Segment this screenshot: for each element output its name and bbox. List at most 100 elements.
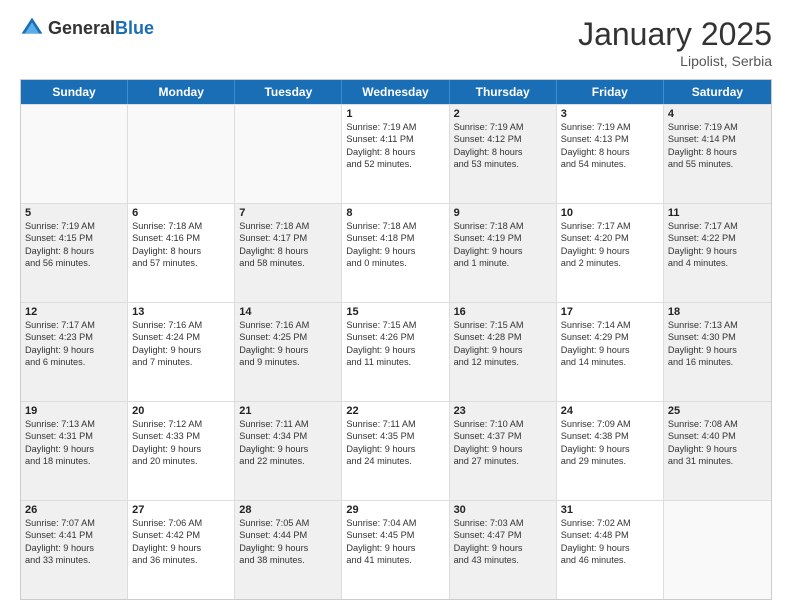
cell-line: and 12 minutes. xyxy=(454,356,552,368)
cell-line: Sunset: 4:15 PM xyxy=(25,232,123,244)
day-number: 28 xyxy=(239,504,337,516)
cell-line: Daylight: 9 hours xyxy=(454,344,552,356)
cell-line: Sunset: 4:11 PM xyxy=(346,133,444,145)
cell-line: Sunrise: 7:17 AM xyxy=(561,220,659,232)
calendar-cell: 6Sunrise: 7:18 AMSunset: 4:16 PMDaylight… xyxy=(128,204,235,302)
cell-line: Daylight: 9 hours xyxy=(668,245,767,257)
calendar-cell: 31Sunrise: 7:02 AMSunset: 4:48 PMDayligh… xyxy=(557,501,664,599)
calendar-cell: 14Sunrise: 7:16 AMSunset: 4:25 PMDayligh… xyxy=(235,303,342,401)
weekday-header: Monday xyxy=(128,80,235,104)
cell-line: Sunset: 4:48 PM xyxy=(561,529,659,541)
cell-line: Sunset: 4:19 PM xyxy=(454,232,552,244)
cell-line: Sunset: 4:44 PM xyxy=(239,529,337,541)
cell-line: Sunrise: 7:14 AM xyxy=(561,319,659,331)
cell-line: Daylight: 9 hours xyxy=(25,443,123,455)
cell-line: Sunset: 4:28 PM xyxy=(454,331,552,343)
day-number: 30 xyxy=(454,504,552,516)
cell-line: and 41 minutes. xyxy=(346,554,444,566)
cell-line: Sunrise: 7:13 AM xyxy=(25,418,123,430)
weekday-header: Thursday xyxy=(450,80,557,104)
day-number: 13 xyxy=(132,306,230,318)
day-number: 2 xyxy=(454,108,552,120)
calendar-cell: 13Sunrise: 7:16 AMSunset: 4:24 PMDayligh… xyxy=(128,303,235,401)
cell-line: Daylight: 8 hours xyxy=(25,245,123,257)
cell-line: Sunset: 4:37 PM xyxy=(454,430,552,442)
cell-line: Sunrise: 7:08 AM xyxy=(668,418,767,430)
day-number: 10 xyxy=(561,207,659,219)
weekday-header: Friday xyxy=(557,80,664,104)
day-number: 15 xyxy=(346,306,444,318)
calendar-cell: 30Sunrise: 7:03 AMSunset: 4:47 PMDayligh… xyxy=(450,501,557,599)
cell-line: Daylight: 9 hours xyxy=(346,344,444,356)
cell-line: Sunrise: 7:17 AM xyxy=(668,220,767,232)
day-number: 24 xyxy=(561,405,659,417)
cell-line: Sunset: 4:18 PM xyxy=(346,232,444,244)
calendar-cell: 28Sunrise: 7:05 AMSunset: 4:44 PMDayligh… xyxy=(235,501,342,599)
cell-line: Sunrise: 7:09 AM xyxy=(561,418,659,430)
cell-line: Daylight: 9 hours xyxy=(561,245,659,257)
calendar-row: 26Sunrise: 7:07 AMSunset: 4:41 PMDayligh… xyxy=(21,500,771,599)
cell-line: Daylight: 8 hours xyxy=(346,146,444,158)
calendar-cell: 25Sunrise: 7:08 AMSunset: 4:40 PMDayligh… xyxy=(664,402,771,500)
day-number: 27 xyxy=(132,504,230,516)
cell-line: Sunrise: 7:18 AM xyxy=(132,220,230,232)
cell-line: and 2 minutes. xyxy=(561,257,659,269)
weekday-header: Wednesday xyxy=(342,80,449,104)
calendar-cell: 8Sunrise: 7:18 AMSunset: 4:18 PMDaylight… xyxy=(342,204,449,302)
cell-line: Daylight: 9 hours xyxy=(239,542,337,554)
cell-line: Sunrise: 7:04 AM xyxy=(346,517,444,529)
cell-line: Sunrise: 7:16 AM xyxy=(132,319,230,331)
header: GeneralBlue January 2025 Lipolist, Serbi… xyxy=(20,16,772,69)
cell-line: Sunset: 4:41 PM xyxy=(25,529,123,541)
cell-line: and 43 minutes. xyxy=(454,554,552,566)
calendar-row: 12Sunrise: 7:17 AMSunset: 4:23 PMDayligh… xyxy=(21,302,771,401)
cell-line: Sunrise: 7:12 AM xyxy=(132,418,230,430)
cell-line: and 4 minutes. xyxy=(668,257,767,269)
cell-line: and 7 minutes. xyxy=(132,356,230,368)
calendar-cell: 19Sunrise: 7:13 AMSunset: 4:31 PMDayligh… xyxy=(21,402,128,500)
cell-line: Daylight: 9 hours xyxy=(25,344,123,356)
day-number: 20 xyxy=(132,405,230,417)
calendar-cell: 23Sunrise: 7:10 AMSunset: 4:37 PMDayligh… xyxy=(450,402,557,500)
cell-line: Sunrise: 7:06 AM xyxy=(132,517,230,529)
cell-line: and 11 minutes. xyxy=(346,356,444,368)
cell-line: and 6 minutes. xyxy=(25,356,123,368)
cell-line: Daylight: 9 hours xyxy=(346,443,444,455)
calendar-cell: 2Sunrise: 7:19 AMSunset: 4:12 PMDaylight… xyxy=(450,105,557,203)
calendar-body: 1Sunrise: 7:19 AMSunset: 4:11 PMDaylight… xyxy=(21,104,771,599)
cell-line: Sunrise: 7:19 AM xyxy=(346,121,444,133)
day-number: 22 xyxy=(346,405,444,417)
cell-line: Sunset: 4:42 PM xyxy=(132,529,230,541)
cell-line: Sunrise: 7:18 AM xyxy=(454,220,552,232)
cell-line: Sunset: 4:34 PM xyxy=(239,430,337,442)
cell-line: Daylight: 9 hours xyxy=(132,443,230,455)
cell-line: Sunset: 4:23 PM xyxy=(25,331,123,343)
month-title: January 2025 xyxy=(578,16,772,53)
cell-line: and 1 minute. xyxy=(454,257,552,269)
day-number: 11 xyxy=(668,207,767,219)
calendar-cell: 27Sunrise: 7:06 AMSunset: 4:42 PMDayligh… xyxy=(128,501,235,599)
cell-line: Sunrise: 7:11 AM xyxy=(239,418,337,430)
day-number: 6 xyxy=(132,207,230,219)
cell-line: Sunrise: 7:10 AM xyxy=(454,418,552,430)
day-number: 12 xyxy=(25,306,123,318)
cell-line: Sunrise: 7:07 AM xyxy=(25,517,123,529)
cell-line: Sunset: 4:47 PM xyxy=(454,529,552,541)
cell-line: Daylight: 8 hours xyxy=(668,146,767,158)
cell-line: Sunset: 4:38 PM xyxy=(561,430,659,442)
cell-line: and 53 minutes. xyxy=(454,158,552,170)
cell-line: Daylight: 9 hours xyxy=(25,542,123,554)
cell-line: and 54 minutes. xyxy=(561,158,659,170)
calendar-cell: 15Sunrise: 7:15 AMSunset: 4:26 PMDayligh… xyxy=(342,303,449,401)
logo-icon xyxy=(20,16,44,40)
cell-line: and 18 minutes. xyxy=(25,455,123,467)
day-number: 25 xyxy=(668,405,767,417)
cell-line: and 55 minutes. xyxy=(668,158,767,170)
cell-line: Sunrise: 7:19 AM xyxy=(454,121,552,133)
cell-line: Sunset: 4:30 PM xyxy=(668,331,767,343)
calendar-cell: 5Sunrise: 7:19 AMSunset: 4:15 PMDaylight… xyxy=(21,204,128,302)
cell-line: Daylight: 9 hours xyxy=(454,245,552,257)
cell-line: and 20 minutes. xyxy=(132,455,230,467)
logo-blue: Blue xyxy=(115,18,154,38)
cell-line: Sunset: 4:22 PM xyxy=(668,232,767,244)
